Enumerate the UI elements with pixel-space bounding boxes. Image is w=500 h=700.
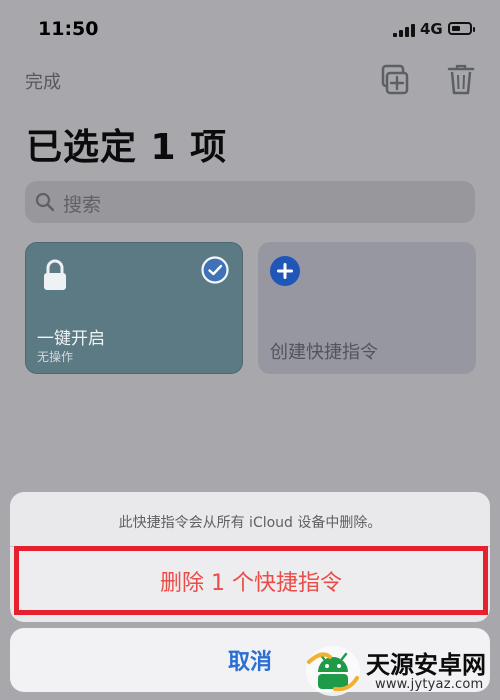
search-icon <box>35 192 55 212</box>
search-placeholder: 搜索 <box>63 194 102 216</box>
done-button[interactable]: 完成 <box>25 68 61 94</box>
shortcuts-selection-screen: 11:50 4G 完成 已选定 1 项 搜索 一键开启 无操作 创建快捷指令 此… <box>0 0 500 700</box>
page-title: 已选定 1 项 <box>26 127 228 168</box>
status-bar: 11:50 4G <box>0 0 500 58</box>
battery-icon <box>448 22 475 35</box>
shortcut-card-one-tap[interactable]: 一键开启 无操作 <box>25 242 243 374</box>
signal-icon <box>393 23 415 37</box>
checkmark-circle-icon[interactable] <box>201 256 229 284</box>
delete-shortcut-button[interactable]: 删除 1 个快捷指令 <box>14 546 488 615</box>
delete-warning-message: 此快捷指令会从所有 iCloud 设备中删除。 <box>118 515 382 531</box>
cancel-button[interactable]: 取消 <box>10 628 490 692</box>
lock-icon <box>44 259 66 290</box>
cancel-label: 取消 <box>227 650 272 675</box>
trash-icon[interactable] <box>446 62 476 96</box>
delete-shortcut-label: 删除 1 个快捷指令 <box>160 570 342 596</box>
shortcut-title: 一键开启 <box>37 329 105 349</box>
plus-circle-icon <box>270 256 300 286</box>
create-shortcut-label: 创建快捷指令 <box>270 342 378 363</box>
network-type: 4G <box>420 20 443 38</box>
duplicate-icon[interactable] <box>377 63 411 97</box>
search-input[interactable]: 搜索 <box>25 181 475 223</box>
create-shortcut-card[interactable]: 创建快捷指令 <box>258 242 476 374</box>
status-time: 11:50 <box>38 18 99 40</box>
shortcut-subtitle: 无操作 <box>37 350 74 364</box>
